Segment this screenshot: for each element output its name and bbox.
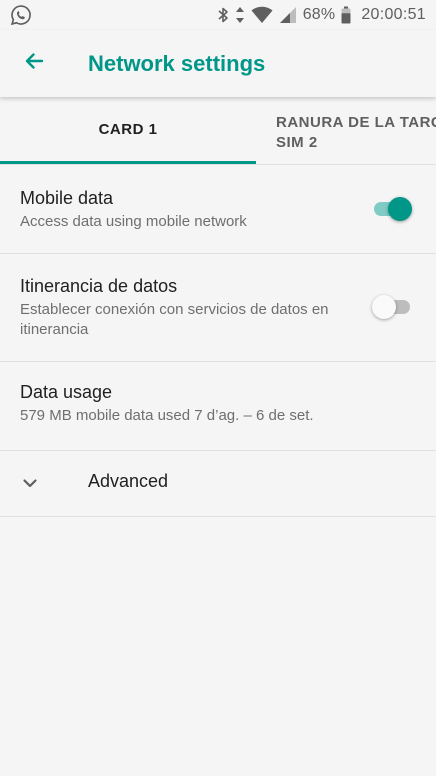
bluetooth-icon: [217, 6, 229, 24]
mobile-data-subtitle: Access data using mobile network: [20, 213, 247, 230]
status-bar: 68% 20:00:51: [0, 0, 436, 30]
data-usage-row[interactable]: Data usage 579 MB mobile data used 7 d’a…: [0, 362, 436, 451]
back-button[interactable]: [12, 41, 56, 85]
page-title: Network settings: [88, 51, 266, 76]
tab-label: CARD 1: [98, 121, 158, 138]
advanced-label: Advanced: [88, 471, 169, 491]
clock: 20:00:51: [361, 6, 426, 23]
back-arrow-icon: [22, 49, 46, 78]
tab-label-line-1: RANURA DE LA TARG: [276, 114, 436, 131]
roaming-subtitle: Establecer conexión con servicios de dat…: [20, 301, 329, 338]
cellular-signal-icon: [279, 6, 297, 24]
settings-list: Mobile data Access data using mobile net…: [0, 165, 436, 517]
selected-tab-indicator: [0, 161, 256, 164]
mobile-data-row[interactable]: Mobile data Access data using mobile net…: [0, 165, 436, 254]
advanced-row[interactable]: Advanced: [0, 451, 436, 517]
mobile-data-toggle[interactable]: [372, 196, 412, 222]
app-bar: Network settings: [0, 30, 436, 97]
tab-label: RANURA DE LA TARG SIM 2: [276, 113, 436, 153]
roaming-title: Itinerancia de datos: [20, 276, 178, 296]
roaming-toggle[interactable]: [372, 294, 412, 320]
tab-sim-2[interactable]: RANURA DE LA TARG SIM 2: [256, 98, 436, 164]
data-usage-subtitle: 579 MB mobile data used 7 d’ag. – 6 de s…: [20, 407, 314, 424]
toggle-thumb: [388, 197, 412, 221]
data-transfer-icon: [235, 6, 245, 24]
wifi-icon: [251, 6, 273, 24]
roaming-row[interactable]: Itinerancia de datos Establecer conexión…: [0, 254, 436, 362]
battery-percentage: 68%: [302, 6, 336, 23]
whatsapp-icon: [10, 4, 32, 26]
battery-icon: [341, 6, 351, 24]
mobile-data-title: Mobile data: [20, 188, 114, 208]
toggle-thumb: [372, 295, 396, 319]
chevron-down-icon: [18, 471, 42, 495]
status-icons: 68% 20:00:51: [217, 0, 426, 30]
tab-label-line-2: SIM 2: [276, 134, 318, 151]
data-usage-title: Data usage: [20, 382, 113, 402]
tab-card-1[interactable]: CARD 1: [0, 98, 256, 164]
sim-tabs: CARD 1 RANURA DE LA TARG SIM 2: [0, 98, 436, 165]
